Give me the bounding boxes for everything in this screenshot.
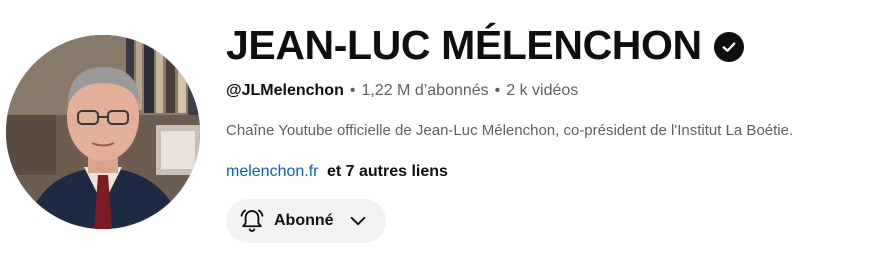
channel-links: melenchon.fr et 7 autres liens xyxy=(226,163,448,181)
channel-link[interactable]: melenchon.fr xyxy=(226,163,319,180)
channel-handle: @JLMelenchon xyxy=(226,82,344,99)
bell-icon xyxy=(238,207,266,235)
channel-header: JEAN-LUC MÉLENCHON @JLMelenchon • 1,22 M… xyxy=(0,0,884,266)
video-count: 2 k vidéos xyxy=(506,82,579,99)
meta-separator: • xyxy=(349,82,356,99)
chevron-down-icon xyxy=(346,209,370,233)
more-links-button[interactable]: et 7 autres liens xyxy=(327,163,448,180)
subscriber-count: 1,22 M d’abonnés xyxy=(361,82,489,99)
verified-check-icon xyxy=(713,32,744,62)
channel-meta: @JLMelenchon • 1,22 M d’abonnés • 2 k vi… xyxy=(226,82,578,100)
channel-name-row: JEAN-LUC MÉLENCHON xyxy=(226,20,744,70)
subscribed-button[interactable]: Abonné xyxy=(226,199,386,243)
channel-name: JEAN-LUC MÉLENCHON xyxy=(226,21,702,68)
meta-separator: • xyxy=(494,82,501,99)
channel-description[interactable]: Chaîne Youtube officielle de Jean-Luc Mé… xyxy=(226,122,793,139)
avatar-image xyxy=(6,35,200,229)
subscribed-label: Abonné xyxy=(274,212,334,229)
channel-avatar[interactable] xyxy=(6,35,200,229)
